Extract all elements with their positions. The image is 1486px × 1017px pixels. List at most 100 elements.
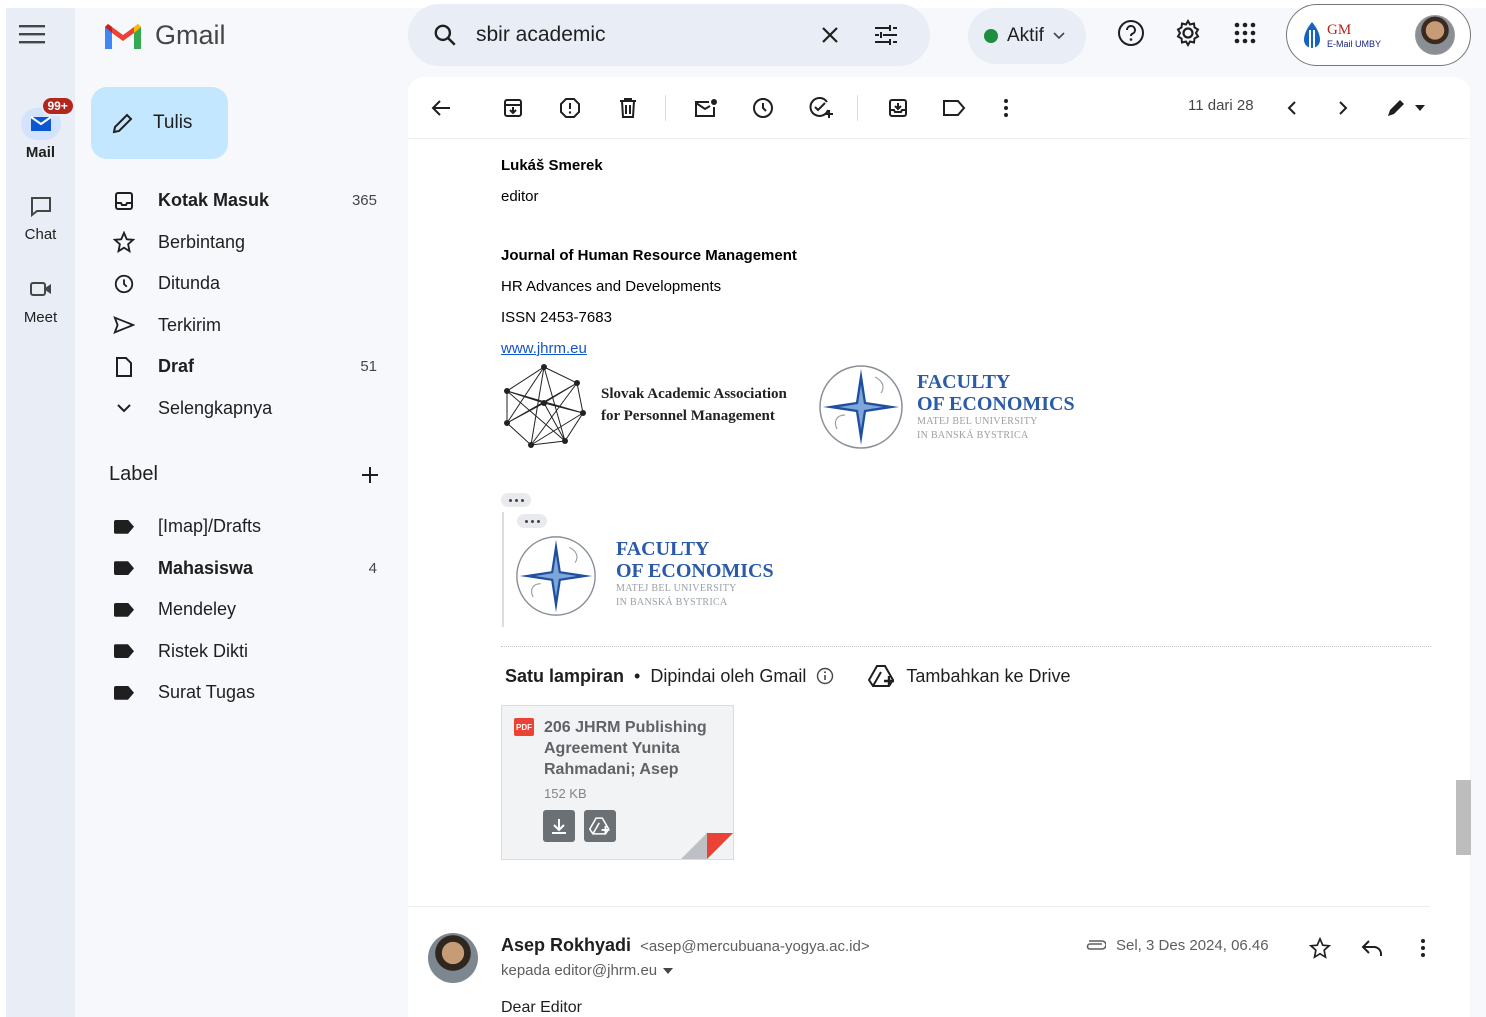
status-dot — [984, 29, 998, 43]
star-button[interactable] — [1305, 933, 1335, 963]
next-message-header[interactable]: Asep Rokhyadi <asep@mercubuana-yogya.ac.… — [428, 933, 1438, 993]
apps-button[interactable] — [1230, 18, 1260, 48]
label-item-mahasiswa[interactable]: Mahasiswa 4 — [75, 548, 407, 590]
org-logo-text: GM — [1327, 21, 1352, 38]
caret-down-icon[interactable] — [663, 967, 674, 974]
delete-button[interactable] — [613, 93, 643, 123]
recipient-text: kepada editor@jhrm.eu — [501, 962, 658, 979]
chevron-down-icon — [1053, 32, 1065, 40]
info-icon[interactable] — [816, 667, 834, 685]
sender-email: <asep@mercubuana-yogya.ac.id> — [640, 938, 870, 955]
search-bar[interactable]: sbir academic — [408, 4, 930, 66]
back-button[interactable] — [426, 93, 456, 123]
clock-icon — [114, 274, 134, 293]
attachment-name: 206 JHRM Publishing Agreement Yunita Rah… — [544, 719, 707, 778]
add-to-tasks-button[interactable] — [806, 93, 836, 123]
compose-button[interactable]: Tulis — [91, 87, 228, 159]
help-button[interactable] — [1116, 18, 1146, 48]
saapm-line2: for Personnel Management — [601, 408, 775, 424]
journal-name: Journal of Human Resource Management — [501, 247, 797, 264]
move-to-button[interactable] — [883, 93, 913, 123]
attachment-card[interactable]: PDF 206 JHRM Publishing Agreement Yunita… — [501, 705, 734, 860]
add-all-to-drive-button[interactable]: Tambahkan ke Drive — [868, 664, 1071, 688]
settings-button[interactable] — [1173, 18, 1203, 48]
clear-search-button[interactable] — [810, 25, 850, 45]
label-list: [Imap]/Drafts Mahasiswa 4 Mendeley Riste… — [75, 506, 407, 714]
rail-chat[interactable]: Chat — [6, 190, 75, 243]
archive-button[interactable] — [498, 93, 528, 123]
label-item-mendeley[interactable]: Mendeley — [75, 589, 407, 631]
faculty-compass-logo-quoted — [516, 536, 596, 616]
trash-icon — [620, 98, 636, 118]
report-spam-button[interactable] — [555, 93, 585, 123]
search-options-button[interactable] — [866, 23, 906, 47]
input-tools-button[interactable] — [1383, 93, 1429, 123]
nav-item-inbox[interactable]: Kotak Masuk 365 — [75, 180, 407, 222]
faculty-sub2: IN BANSKÁ BYSTRICA — [917, 430, 1029, 441]
nav-count: 365 — [351, 192, 377, 210]
attachments-header: Satu lampiran • Dipindai oleh Gmail Tamb… — [505, 664, 1071, 688]
message-pane: 11 dari 28 Lukáš Smerek editor Journal o… — [408, 77, 1470, 1017]
search-icon[interactable] — [432, 22, 458, 48]
nav-item-drafts[interactable]: Draf 51 — [75, 346, 407, 388]
nav-item-more[interactable]: Selengkapnya — [75, 388, 407, 430]
account-avatar[interactable] — [1415, 15, 1455, 55]
scrollbar-thumb[interactable] — [1456, 780, 1471, 855]
message-more-button[interactable] — [1408, 933, 1438, 963]
status-selector[interactable]: Aktif — [968, 8, 1086, 64]
label-name: Surat Tugas — [158, 682, 256, 703]
download-attachment-button[interactable] — [543, 810, 575, 842]
newer-button[interactable] — [1277, 93, 1307, 123]
account-switcher[interactable]: GM E-Mail UMBY — [1286, 4, 1471, 66]
more-button[interactable] — [991, 93, 1021, 123]
nav-item-sent[interactable]: Terkirim — [75, 305, 407, 347]
nav-item-starred[interactable]: Berbintang — [75, 222, 407, 264]
org-logo-sub: E-Mail UMBY — [1327, 38, 1382, 49]
compose-label: Tulis — [153, 112, 193, 133]
label-name: Mendeley — [158, 599, 237, 620]
scan-status: Dipindai oleh Gmail — [650, 665, 807, 686]
arrow-left-icon — [431, 100, 450, 116]
labels-header: Label — [109, 463, 379, 486]
download-icon — [552, 819, 566, 834]
plus-icon[interactable] — [361, 466, 379, 484]
reply-button[interactable] — [1357, 933, 1387, 963]
mark-unread-button[interactable] — [691, 93, 721, 123]
move-to-icon — [889, 99, 907, 117]
more-vertical-icon — [1004, 99, 1008, 117]
nav-label: Kotak Masuk — [158, 190, 270, 211]
add-to-drive-label: Tambahkan ke Drive — [906, 665, 1071, 686]
show-trimmed-content-button[interactable] — [501, 493, 531, 507]
nav-item-snoozed[interactable]: Ditunda — [75, 263, 407, 305]
sender-avatar[interactable] — [428, 933, 478, 983]
star-icon — [113, 231, 135, 254]
older-button[interactable] — [1328, 93, 1358, 123]
signature-role: editor — [501, 188, 539, 205]
mail-icon — [29, 116, 52, 131]
show-quoted-content-button[interactable] — [517, 514, 547, 528]
label-item-imap-drafts[interactable]: [Imap]/Drafts — [75, 506, 407, 548]
rail-meet[interactable]: Meet — [6, 273, 75, 326]
sidebar: Gmail Tulis Kotak Masuk 365 Berbintang D… — [75, 8, 407, 1017]
label-item-surat-tugas[interactable]: Surat Tugas — [75, 672, 407, 714]
label-tag-icon — [114, 602, 134, 617]
nav-label: Selengkapnya — [158, 397, 273, 418]
label-item-ristek-dikti[interactable]: Ristek Dikti — [75, 631, 407, 673]
rail-mail[interactable]: 99+ Mail — [6, 96, 75, 161]
labels-button[interactable] — [939, 93, 969, 123]
gmail-logo[interactable]: Gmail — [103, 20, 226, 51]
label-name: Mahasiswa — [158, 557, 254, 578]
pdf-icon: PDF — [514, 718, 534, 736]
message-greeting: Dear Editor — [501, 999, 582, 1016]
message-date: Sel, 3 Des 2024, 06.46 — [1084, 937, 1269, 954]
search-input[interactable]: sbir academic — [476, 23, 794, 47]
drive-add-icon — [868, 665, 895, 687]
save-to-drive-button[interactable] — [584, 810, 616, 842]
inbox-icon — [115, 191, 133, 210]
signature-name: Lukáš Smerek — [501, 157, 603, 174]
main-menu-button[interactable] — [16, 18, 48, 50]
journal-link[interactable]: www.jhrm.eu — [501, 340, 587, 357]
snooze-button[interactable] — [748, 93, 778, 123]
label-tag-icon — [114, 685, 134, 700]
faculty-compass-logo — [819, 365, 903, 449]
